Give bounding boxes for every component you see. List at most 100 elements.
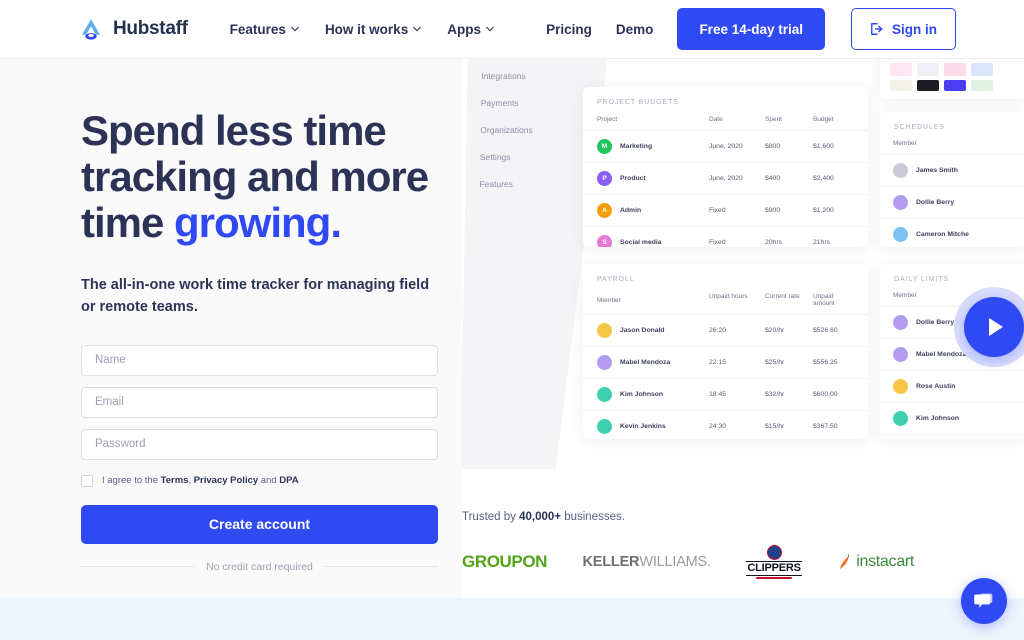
privacy-policy-link[interactable]: Privacy Policy — [194, 475, 258, 486]
list-item: Kim Johnson — [880, 403, 1024, 435]
project-spent: $800 — [765, 143, 781, 150]
avatar — [597, 323, 612, 338]
list-item: Rose Austin — [880, 371, 1024, 403]
trusted-count: 40,000+ — [519, 511, 561, 523]
page-title: Spend less time tracking and more time g… — [81, 107, 456, 247]
list-item: Cameron Mitche — [880, 219, 1024, 247]
member-name: Kim Johnson — [916, 415, 960, 422]
member-name: Mabel Mendoza — [916, 351, 967, 358]
payroll-title: PAYROLL — [597, 276, 635, 283]
member-name: Dollie Berry — [916, 199, 955, 206]
avatar: M — [597, 139, 612, 154]
unpaid-hours: 24:30 — [709, 423, 727, 430]
table-row: Kevin Jenkins 24:30 $15/hr $367.50 — [583, 411, 868, 439]
schedules-title: SCHEDULES — [894, 124, 945, 131]
unpaid-amount: $600.00 — [813, 391, 838, 398]
project-spent: $900 — [765, 207, 781, 214]
member-name: James Smith — [916, 167, 958, 174]
chat-widget-button[interactable] — [961, 578, 1007, 624]
clippers-underline — [756, 576, 793, 579]
footer-strip — [0, 598, 1024, 640]
thumb-tile — [890, 80, 912, 91]
project-date: June, 2020 — [709, 143, 743, 150]
table-row: Mabel Mendoza 22:15 $25/hr $556.25 — [583, 347, 868, 379]
table-row: Kim Johnson 18:45 $32/hr $600.00 — [583, 379, 868, 411]
signup-form: I agree to the Terms, Privacy Policy and… — [81, 344, 438, 573]
sign-in-label: Sign in — [892, 21, 937, 37]
avatar — [893, 227, 908, 242]
table-row: S Social media Fixed 20hrs 21hrs — [583, 227, 868, 247]
terms-checkbox[interactable] — [81, 474, 93, 487]
member-name: Rose Austin — [916, 383, 956, 390]
project-budget: $1,600 — [813, 143, 834, 150]
nav-item-pricing[interactable]: Pricing — [546, 22, 592, 37]
sign-in-button[interactable]: Sign in — [851, 8, 956, 50]
nav-item-features[interactable]: Features — [230, 22, 299, 37]
sidebar-label: Integrations — [481, 71, 526, 81]
password-input[interactable] — [81, 428, 438, 460]
project-date: Fixed — [709, 239, 726, 246]
free-trial-button[interactable]: Free 14-day trial — [677, 8, 825, 50]
thumb-tile — [917, 80, 939, 91]
member-name: Kim Johnson — [620, 391, 664, 398]
brand-logo[interactable]: Hubstaff — [78, 16, 188, 42]
logo-clippers: CLIPPERS — [746, 545, 802, 579]
project-date: June, 2020 — [709, 175, 743, 182]
avatar: A — [597, 203, 612, 218]
table-row: M Marketing June, 2020 $800 $1,600 — [583, 131, 868, 163]
project-budgets-title: PROJECT BUDGETS — [597, 99, 679, 106]
avatar — [893, 379, 908, 394]
member-name: Mabel Mendoza — [620, 359, 671, 366]
project-budget: $2,400 — [813, 175, 834, 182]
hero-left-column: Spend less time tracking and more time g… — [0, 59, 462, 598]
agree-sep2: and — [258, 475, 280, 487]
project-name: Marketing — [620, 143, 653, 150]
terms-link[interactable]: Terms — [161, 475, 189, 486]
project-name: Social media — [620, 239, 662, 246]
mockup-card-project-budgets: PROJECT BUDGETS Project Date Spent Budge… — [583, 87, 868, 247]
thumb-tile — [971, 63, 993, 76]
trusted-suffix: businesses. — [561, 511, 625, 523]
nav-item-apps[interactable]: Apps — [447, 22, 494, 37]
current-rate: $25/hr — [765, 359, 785, 366]
divider-line-left — [81, 566, 196, 568]
name-input[interactable] — [81, 344, 438, 376]
nav-item-demo[interactable]: Demo — [616, 22, 654, 37]
sidebar-label: Features — [479, 179, 514, 189]
logo-groupon: GROUPON — [462, 551, 548, 571]
chevron-down-icon — [486, 26, 494, 32]
dpa-link[interactable]: DPA — [279, 475, 298, 486]
logo-keller-williams: KELLERWILLIAMS. — [582, 553, 712, 570]
customer-logos: GROUPON KELLERWILLIAMS. CLIPPERS instaca… — [462, 545, 914, 579]
current-rate: $32/hr — [765, 391, 785, 398]
avatar — [893, 347, 908, 362]
no-credit-card-text: No credit card required — [206, 560, 313, 573]
no-credit-card-divider: No credit card required — [81, 561, 438, 573]
chevron-down-icon — [413, 26, 421, 32]
header-actions: Pricing Demo Free 14-day trial Sign in — [546, 8, 956, 50]
mockup-card-top-partial — [880, 59, 1024, 99]
thumb-tile — [944, 80, 966, 91]
nav-label: How it works — [324, 21, 409, 37]
avatar: S — [597, 235, 612, 247]
avatar — [597, 419, 612, 434]
unpaid-hours: 26:20 — [709, 327, 727, 334]
hubstaff-logo-icon — [82, 19, 100, 40]
email-input[interactable] — [81, 386, 438, 418]
carrot-icon — [840, 553, 850, 569]
project-budget: 21hrs — [813, 239, 831, 246]
project-spent: 20hrs — [765, 239, 783, 246]
col-spent: Spent — [765, 116, 782, 123]
clippers-emblem-icon — [766, 545, 782, 560]
create-account-button[interactable]: Create account — [81, 504, 438, 544]
play-video-button[interactable] — [964, 297, 1024, 357]
thumb-tile — [917, 63, 939, 76]
schedules-column-member: Member — [880, 131, 1024, 155]
hero-subhead: The all-in-one work time tracker for man… — [81, 276, 430, 315]
avatar: P — [597, 171, 612, 186]
mockup-card-schedules: SCHEDULES Member James Smith Dollie Berr… — [880, 112, 1024, 247]
nav-item-how-it-works[interactable]: How it works — [325, 22, 421, 37]
project-name: Admin — [620, 207, 642, 214]
member-name: Kevin Jenkins — [620, 423, 666, 430]
thumb-tile — [971, 80, 993, 91]
